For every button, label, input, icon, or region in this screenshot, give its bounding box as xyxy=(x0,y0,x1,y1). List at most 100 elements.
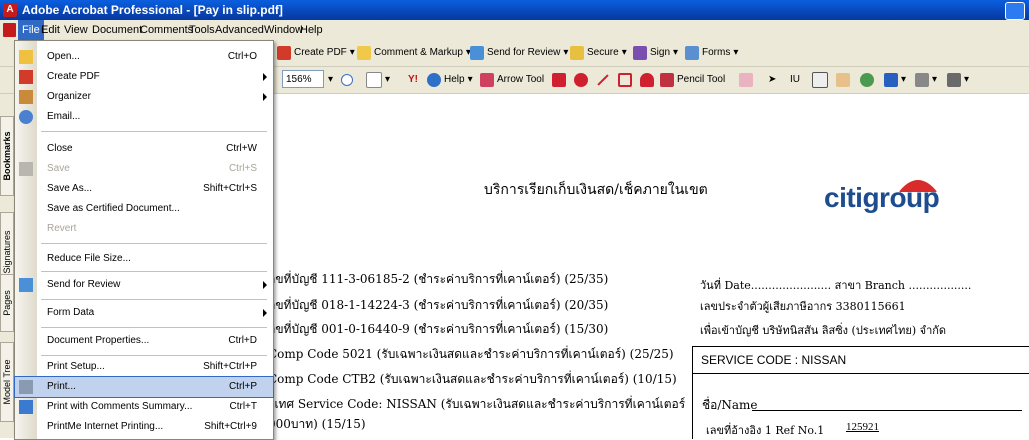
document-heading: บริการเรียกเก็บเงินสด/เช็คภายในเขต xyxy=(484,182,708,198)
menu-item-label: Form Data xyxy=(47,307,95,318)
layout-icon[interactable]: ▾ xyxy=(915,72,937,88)
submenu-arrow-icon xyxy=(263,93,267,101)
zoom-in-icon[interactable] xyxy=(341,72,353,88)
menu-item-email[interactable]: Email... xyxy=(15,107,273,127)
sign-button[interactable]: Sign ▾ xyxy=(633,45,678,61)
organizer-icon xyxy=(19,90,33,104)
menu-item-label: Email... xyxy=(47,111,81,122)
menu-item-revert[interactable]: Revert xyxy=(15,219,273,239)
name-underline xyxy=(752,410,1022,411)
comment-markup-button[interactable]: Comment & Markup ▾ xyxy=(357,45,471,61)
tab-model-tree[interactable]: Model Tree xyxy=(0,342,14,422)
text-align-icon[interactable]: ▾ xyxy=(947,72,969,88)
cloud-tool-icon[interactable] xyxy=(640,72,654,88)
tab-bookmarks[interactable]: Bookmarks xyxy=(0,116,14,196)
tab-pages[interactable]: Pages xyxy=(0,274,14,332)
document-icon[interactable] xyxy=(3,23,16,37)
pencil-icon xyxy=(660,73,674,87)
forms-button[interactable]: Forms ▾ xyxy=(685,45,738,61)
acrobat-app-icon: A xyxy=(3,3,17,17)
line-tool-icon[interactable] xyxy=(596,72,610,88)
menu-item-document-properties[interactable]: Document Properties... Ctrl+D xyxy=(15,331,273,351)
text-select-icon[interactable]: IU xyxy=(790,72,800,88)
open-folder-icon xyxy=(19,50,33,64)
forms-label: Forms xyxy=(702,47,731,58)
menu-view[interactable]: View xyxy=(60,20,92,40)
menu-item-organizer[interactable]: Organizer xyxy=(15,87,273,107)
help-button[interactable]: Help ▾ xyxy=(427,72,473,88)
menu-item-label: Create PDF xyxy=(47,71,100,82)
color-picker-icon[interactable]: ▾ xyxy=(884,72,906,88)
zoom-dropdown-button[interactable]: ▾ xyxy=(328,72,333,88)
oval-tool-icon[interactable] xyxy=(574,72,588,88)
pencil-tool-button[interactable]: Pencil Tool xyxy=(660,72,725,88)
submenu-arrow-icon xyxy=(263,73,267,81)
forms-icon xyxy=(685,46,699,60)
menu-separator xyxy=(41,299,267,300)
window-control-button[interactable] xyxy=(1005,2,1025,20)
tab-pages-label: Pages xyxy=(2,290,12,316)
comment-icon xyxy=(357,46,371,60)
menu-item-close[interactable]: Close Ctrl+W xyxy=(15,139,273,159)
menu-item-open[interactable]: Open... Ctrl+O xyxy=(15,47,273,67)
menu-bar: File Edit View Document Comments Tools A… xyxy=(0,20,1029,40)
menu-item-shortcut: Ctrl+O xyxy=(227,51,257,62)
account-name-line: เพื่อเข้าบัญชี บริษัทนิสสัน ลิสซิ่ง (ประ… xyxy=(700,324,947,337)
menu-item-shortcut: Ctrl+S xyxy=(228,163,257,174)
zoom-input[interactable]: 156% xyxy=(282,70,324,88)
title-bar: A Adobe Acrobat Professional - [Pay in s… xyxy=(0,0,1029,20)
page-tool-icon[interactable]: ▾ xyxy=(366,72,390,88)
menu-item-save-certified[interactable]: Save as Certified Document... xyxy=(15,199,273,219)
hand-icon[interactable] xyxy=(836,72,850,88)
create-pdf-icon xyxy=(19,70,33,84)
menu-item-save-as[interactable]: Save As... Shift+Ctrl+S xyxy=(15,179,273,199)
service-code-header: SERVICE CODE : NISSAN xyxy=(693,347,1029,374)
tab-signatures-label: Signatures xyxy=(2,230,12,274)
polygon-tool-icon[interactable] xyxy=(618,72,632,88)
menu-item-send-review[interactable]: Send for Review xyxy=(15,275,273,295)
help-label: Help xyxy=(444,74,465,85)
select-cursor-icon[interactable]: ➤ xyxy=(768,72,776,88)
menu-item-label: Close xyxy=(47,143,73,154)
pencil-tool-label: Pencil Tool xyxy=(677,74,726,85)
submenu-arrow-icon xyxy=(263,309,267,317)
create-pdf-button[interactable]: Create PDF ▾ xyxy=(277,45,355,61)
menu-item-label: Save As... xyxy=(47,183,93,194)
menu-item-printme[interactable]: PrintMe Internet Printing... Shift+Ctrl+… xyxy=(15,417,273,437)
menu-item-print[interactable]: Print... Ctrl+P xyxy=(14,376,274,398)
menu-item-print-setup[interactable]: Print Setup... Shift+Ctrl+P xyxy=(15,357,273,377)
menu-item-shortcut: Shift+Ctrl+P xyxy=(203,361,257,372)
menu-separator xyxy=(41,271,267,272)
file-menu-dropdown: Open... Ctrl+O Create PDF Organizer Emai… xyxy=(14,40,274,440)
menu-separator xyxy=(41,355,267,356)
menu-item-shortcut: Ctrl+P xyxy=(228,381,257,392)
secure-label: Secure xyxy=(587,47,619,58)
menu-help[interactable]: Help xyxy=(296,20,327,40)
crop-icon[interactable] xyxy=(812,72,828,88)
menu-item-label: Reduce File Size... xyxy=(47,253,131,264)
menu-item-reduce-size[interactable]: Reduce File Size... xyxy=(15,249,273,269)
menu-item-form-data[interactable]: Form Data xyxy=(15,303,273,323)
create-pdf-label: Create PDF xyxy=(294,47,347,58)
menu-item-label: Open... xyxy=(47,51,80,62)
menu-item-label: Print with Comments Summary... xyxy=(47,401,193,412)
arrow-tool-button[interactable]: Arrow Tool xyxy=(480,72,544,88)
menu-item-shortcut: Shift+Ctrl+S xyxy=(203,183,257,194)
menu-item-shortcut: Ctrl+T xyxy=(229,401,258,412)
menu-item-create-pdf[interactable]: Create PDF xyxy=(15,67,273,87)
link-icon[interactable] xyxy=(860,72,874,88)
eraser-icon[interactable] xyxy=(739,72,753,88)
menu-item-save[interactable]: Save Ctrl+S xyxy=(15,159,273,179)
menu-item-print-comments[interactable]: Print with Comments Summary... Ctrl+T xyxy=(15,397,273,417)
service-code-line-cont: 000บาท) (15/15) xyxy=(268,417,366,431)
menu-item-shortcut: Ctrl+D xyxy=(228,335,257,346)
menu-item-label: Print Setup... xyxy=(47,361,105,372)
rectangle-tool-icon[interactable] xyxy=(552,72,566,88)
help-icon xyxy=(427,73,441,87)
menu-item-label: Save xyxy=(47,163,70,174)
yahoo-icon[interactable]: Y! xyxy=(408,72,418,88)
send-review-button[interactable]: Send for Review ▾ xyxy=(470,45,568,61)
secure-button[interactable]: Secure ▾ xyxy=(570,45,627,61)
service-code-line: ะเทศ Service Code: NISSAN (รับเฉพาะเงินส… xyxy=(268,397,686,411)
menu-separator xyxy=(41,243,267,244)
